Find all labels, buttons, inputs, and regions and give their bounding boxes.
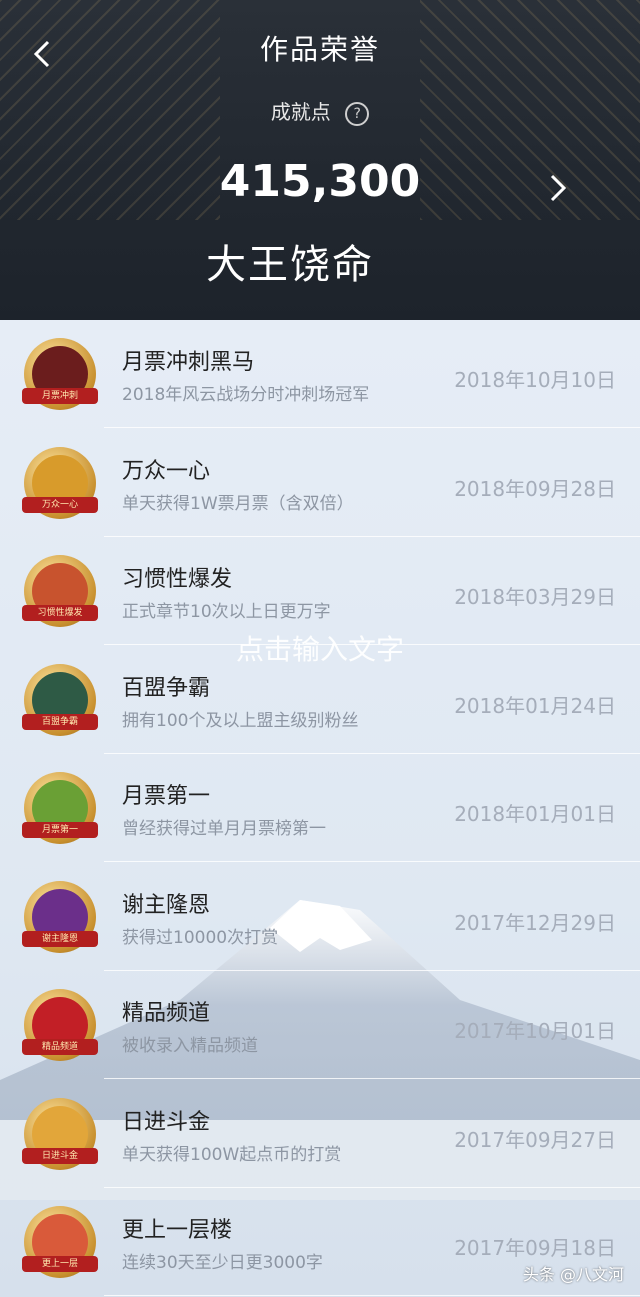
achievement-points-label: 成就点 ?	[0, 96, 640, 126]
honor-description: 2018年风云战场分时冲刺场冠军	[122, 385, 370, 405]
honor-date: 2017年09月18日	[454, 1236, 616, 1260]
watermark: 头条 @八文河	[522, 1265, 624, 1284]
honor-item[interactable]: 月票冲刺 月票冲刺黑马 2018年风云战场分时冲刺场冠军 2018年10月10日	[0, 320, 640, 428]
help-icon[interactable]: ?	[345, 101, 370, 126]
honor-badge-ribbon: 谢主隆恩	[22, 930, 98, 947]
honor-description: 获得过10000次打赏	[122, 927, 279, 948]
honor-item[interactable]: 百盟争霸 百盟争霸 拥有100个及以上盟主级别粉丝 2018年01月24日	[0, 646, 640, 754]
honor-description: 连续30天至少日更3000字	[122, 1253, 323, 1273]
honor-badge-icon: 日进斗金	[22, 1097, 98, 1170]
honor-badge-ribbon: 习惯性爆发	[22, 605, 98, 621]
honor-item[interactable]: 万众一心 万众一心 单天获得1W票月票（含双倍） 2018年09月28日	[0, 429, 640, 537]
honor-list: 点击输入文字 月票冲刺 月票冲刺黑马 2018年风云战场分时冲刺场冠军 2018年10…	[0, 320, 640, 1297]
honor-badge-icon: 精品频道	[22, 989, 98, 1061]
honor-title: 百盟争霸	[122, 675, 211, 701]
honor-badge-ribbon: 万众一心	[22, 496, 98, 513]
honor-badge-icon: 万众一心	[22, 446, 98, 519]
honor-badge-ribbon: 月票第一	[22, 822, 98, 838]
honor-title: 更上一层楼	[122, 1218, 233, 1243]
honor-title: 月票第一	[122, 784, 211, 809]
honor-badge-icon: 更上一层	[22, 1206, 98, 1278]
honor-date: 2018年01月01日	[454, 802, 616, 826]
honor-badge-icon: 谢主隆恩	[22, 880, 98, 953]
honor-date: 2018年01月24日	[454, 693, 616, 718]
honor-badge-ribbon: 百盟争霸	[22, 713, 98, 730]
honor-date: 2017年10月01日	[454, 1019, 616, 1043]
honor-title: 谢主隆恩	[122, 892, 211, 918]
honor-item[interactable]: 月票第一 月票第一 曾经获得过单月月票榜第一 2018年01月01日	[0, 754, 640, 862]
honor-description: 曾经获得过单月月票榜第一	[122, 819, 326, 839]
honor-description: 正式章节10次以上日更万字	[122, 602, 331, 622]
honor-date: 2018年03月29日	[454, 585, 616, 609]
honor-badge-ribbon: 月票冲刺	[22, 388, 98, 404]
honor-badge-icon: 习惯性爆发	[22, 555, 98, 627]
points-detail-button[interactable]	[538, 168, 578, 208]
honor-date: 2018年09月28日	[454, 476, 616, 501]
header: 作品荣誉 成就点 ? 415,300 大王饶命	[0, 0, 640, 320]
honor-title: 精品频道	[122, 1001, 211, 1026]
honor-date: 2018年10月10日	[454, 368, 616, 392]
achievement-label-text: 成就点	[270, 100, 331, 124]
honor-badge-ribbon: 日进斗金	[22, 1147, 98, 1164]
honor-item[interactable]: 精品频道 精品频道 被收录入精品频道 2017年10月01日	[0, 971, 640, 1079]
honor-description: 单天获得1W票月票（含双倍）	[122, 493, 354, 514]
honor-item[interactable]: 日进斗金 日进斗金 单天获得100W起点币的打赏 2017年09月27日	[0, 1080, 640, 1188]
honor-description: 单天获得100W起点币的打赏	[122, 1144, 342, 1165]
honor-title: 万众一心	[122, 458, 211, 484]
honor-badge-ribbon: 更上一层	[22, 1256, 98, 1272]
honor-title: 日进斗金	[122, 1109, 211, 1135]
honor-date: 2017年12月29日	[454, 910, 616, 935]
honor-badge-icon: 月票冲刺	[22, 338, 98, 410]
honor-badge-ribbon: 精品频道	[22, 1039, 98, 1055]
page-title: 作品荣誉	[259, 33, 380, 66]
book-title: 大王饶命	[206, 242, 374, 288]
honor-badge-icon: 月票第一	[22, 772, 98, 844]
honor-description: 拥有100个及以上盟主级别粉丝	[122, 710, 359, 731]
honor-title: 月票冲刺黑马	[122, 350, 255, 375]
honor-item[interactable]: 谢主隆恩 谢主隆恩 获得过10000次打赏 2017年12月29日	[0, 863, 640, 971]
honor-date: 2017年09月27日	[454, 1127, 616, 1152]
honor-description: 被收录入精品频道	[122, 1036, 258, 1056]
row-divider	[104, 1295, 640, 1296]
honor-title: 习惯性爆发	[122, 567, 233, 592]
honor-badge-icon: 百盟争霸	[22, 663, 98, 736]
chevron-right-icon	[550, 174, 567, 202]
honor-item[interactable]: 习惯性爆发 习惯性爆发 正式章节10次以上日更万字 2018年03月29日	[0, 537, 640, 645]
